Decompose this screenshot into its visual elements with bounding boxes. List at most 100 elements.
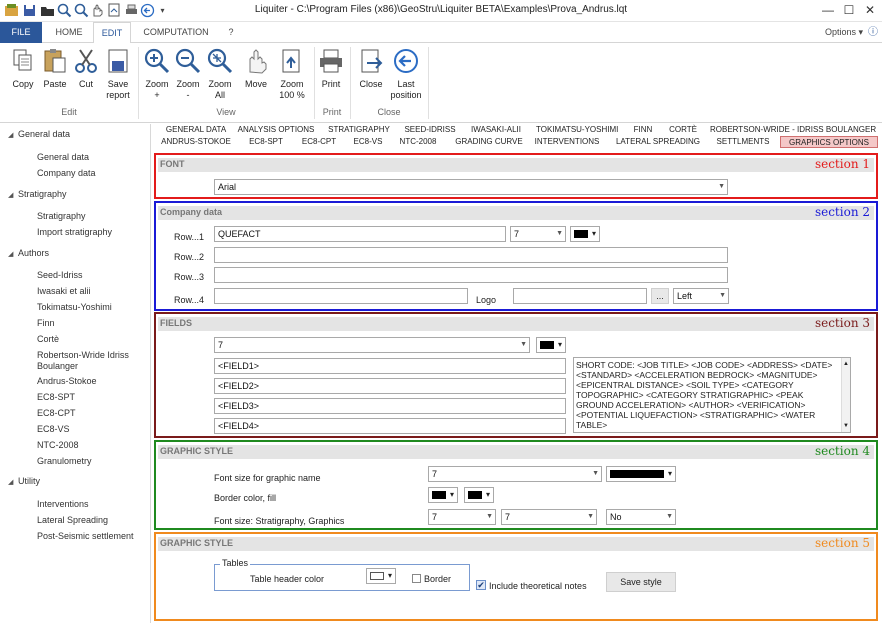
collapse-ribbon-icon[interactable]: ⓘ	[866, 22, 880, 43]
stratigraphy-font-size-select[interactable]: 7 ▼	[428, 509, 496, 525]
tree-item-post-seismic[interactable]: Post-Seismic settlement	[37, 531, 134, 542]
tab-iwasaki-alii[interactable]: IWASAKI-ALII	[468, 124, 524, 136]
tab-interventions[interactable]: INTERVENTIONS	[534, 136, 600, 148]
row3-input[interactable]	[214, 267, 728, 283]
border-color-picker[interactable]: ▾	[428, 487, 458, 503]
field4-input[interactable]: <FIELD4>	[214, 418, 566, 434]
tree-item-granulometry[interactable]: Granulometry	[37, 456, 92, 467]
field2-input[interactable]: <FIELD2>	[214, 378, 566, 394]
logo-path-input[interactable]	[513, 288, 647, 304]
tree-item-tokimatsu[interactable]: Tokimatsu-Yoshimi	[37, 302, 112, 313]
browse-logo-button[interactable]: ...	[651, 288, 669, 304]
maximize-button[interactable]: ☐	[838, 2, 860, 19]
tree-item-ec8-cpt[interactable]: EC8-CPT	[37, 408, 76, 419]
tab-robertson-wride[interactable]: ROBERTSON-WRIDE - IDRISS BOULANGER	[710, 124, 876, 136]
save-report-button[interactable]: Save report	[100, 47, 136, 101]
tree-item-ec8-vs[interactable]: EC8-VS	[37, 424, 70, 435]
tree-group-general-data[interactable]: ◢ General data	[8, 129, 70, 139]
tab-finn[interactable]: FINN	[630, 124, 656, 136]
close-window-button[interactable]: ✕	[859, 2, 881, 19]
tree-item-ntc-2008[interactable]: NTC-2008	[37, 440, 79, 451]
tab-edit[interactable]: EDIT	[93, 22, 131, 44]
fields-color-picker[interactable]: ▾	[536, 337, 566, 353]
tree-item-seed-idriss[interactable]: Seed-Idriss	[37, 270, 83, 281]
no-select[interactable]: No ▼	[606, 509, 676, 525]
tree-item-corte[interactable]: Cortè	[37, 334, 59, 345]
tree-item-stratigraphy[interactable]: Stratigraphy	[37, 211, 86, 222]
tab-tokimatsu-yoshimi[interactable]: TOKIMATSU-YOSHIMI	[536, 124, 618, 136]
logo-align-select[interactable]: Left ▼	[673, 288, 729, 304]
table-header-color-picker[interactable]: ▾	[366, 568, 396, 584]
tab-analysis-options[interactable]: ANALYSIS OPTIONS	[236, 124, 316, 136]
tab-corte[interactable]: CORTÈ	[666, 124, 700, 136]
zoom-all-button[interactable]: Zoom All	[204, 47, 236, 101]
tree-group-authors[interactable]: ◢ Authors	[8, 248, 49, 258]
tab-ec8-cpt[interactable]: EC8-CPT	[296, 136, 342, 148]
tab-home[interactable]: HOME	[48, 22, 90, 43]
last-position-button[interactable]: Last position	[388, 47, 424, 101]
tab-seed-idriss[interactable]: SEED-IDRISS	[400, 124, 460, 136]
graphic-name-color-picker[interactable]: ▾	[606, 466, 676, 482]
tree-item-lateral-spreading[interactable]: Lateral Spreading	[37, 515, 108, 526]
chevron-down-icon: ▾	[485, 490, 490, 499]
tab-settlments[interactable]: SETTLMENTS	[716, 136, 770, 148]
tab-help[interactable]: ?	[222, 22, 240, 43]
tree-group-stratigraphy[interactable]: ◢ Stratigraphy	[8, 189, 67, 199]
tab-file[interactable]: FILE	[0, 22, 42, 43]
options-menu[interactable]: Options ▾	[822, 22, 866, 43]
tab-graphics-options[interactable]: GRAPHICS OPTIONS	[780, 136, 878, 148]
font-select[interactable]: Arial ▼	[214, 179, 728, 195]
minimize-button[interactable]: —	[817, 2, 839, 19]
fill-color-picker[interactable]: ▾	[464, 487, 494, 503]
cut-button[interactable]: Cut	[70, 47, 102, 90]
zoom-100-button[interactable]: Zoom 100 %	[274, 47, 310, 101]
row1-input[interactable]: QUEFACT	[214, 226, 506, 242]
tree-item-iwasaki[interactable]: Iwasaki et alii	[37, 286, 91, 297]
row4-input[interactable]	[214, 288, 468, 304]
zoom-in-button[interactable]: Zoom +	[142, 47, 172, 101]
tab-ntc-2008[interactable]: NTC-2008	[398, 136, 438, 148]
tree-group-utility[interactable]: ◢ Utility	[8, 476, 40, 486]
tree-item-company-data[interactable]: Company data	[37, 168, 96, 179]
tab-grading-curve[interactable]: GRADING CURVE	[454, 136, 524, 148]
include-theoretical-notes-checkbox[interactable]: ✔	[476, 580, 486, 590]
scrollbar[interactable]: ▲ ▼	[841, 358, 850, 432]
copy-button[interactable]: Copy	[6, 47, 40, 90]
tab-ec8-spt[interactable]: EC8-SPT	[244, 136, 288, 148]
print-button[interactable]: Print	[316, 47, 346, 90]
row2-input[interactable]	[214, 247, 728, 263]
row1-color-picker[interactable]: ▾	[570, 226, 600, 242]
tree-item-import-stratigraphy[interactable]: Import stratigraphy	[37, 227, 112, 238]
tree-item-general-data[interactable]: General data	[37, 152, 89, 163]
section-fields: FIELDS section 3 7 ▼ ▾ <FIELD1> <FIELD2> …	[154, 312, 878, 438]
tab-andrus-stokoe[interactable]: ANDRUS-STOKOE	[158, 136, 234, 148]
field3-input[interactable]: <FIELD3>	[214, 398, 566, 414]
zoom-out-icon	[175, 48, 201, 74]
field1-input[interactable]: <FIELD1>	[214, 358, 566, 374]
scroll-down-icon[interactable]: ▼	[843, 421, 849, 431]
tab-stratigraphy[interactable]: STRATIGRAPHY	[324, 124, 394, 136]
row1-size-select[interactable]: 7 ▼	[510, 226, 566, 242]
tab-ec8-vs[interactable]: EC8-VS	[348, 136, 388, 148]
section-company-data: Company data section 2 Row...1 QUEFACT 7…	[154, 201, 878, 311]
graphic-name-font-size-select[interactable]: 7 ▼	[428, 466, 602, 482]
scroll-up-icon[interactable]: ▲	[843, 359, 849, 369]
short-codes-textarea[interactable]: SHORT CODE: <JOB TITLE> <JOB CODE> <ADDR…	[573, 357, 851, 433]
tree-item-interventions[interactable]: Interventions	[37, 499, 89, 510]
move-button[interactable]: Move	[240, 47, 272, 90]
tree-item-robertson-wride[interactable]: Robertson-Wride Idriss Boulanger	[37, 350, 129, 372]
tables-legend: Tables	[220, 558, 251, 568]
graphics-font-size-select[interactable]: 7 ▼	[501, 509, 597, 525]
border-checkbox[interactable]	[412, 574, 421, 583]
zoom-out-button[interactable]: Zoom -	[173, 47, 203, 101]
close-button[interactable]: Close	[354, 47, 388, 90]
tab-general-data[interactable]: GENERAL DATA	[158, 124, 234, 136]
fields-size-select[interactable]: 7 ▼	[214, 337, 530, 353]
tree-item-andrus-stokoe[interactable]: Andrus-Stokoe	[37, 376, 97, 387]
tree-item-finn[interactable]: Finn	[37, 318, 55, 329]
tab-computation[interactable]: COMPUTATION	[136, 22, 216, 43]
save-style-button[interactable]: Save style	[606, 572, 676, 592]
tree-item-ec8-spt[interactable]: EC8-SPT	[37, 392, 75, 403]
tab-lateral-spreading[interactable]: LATERAL SPREADING	[614, 136, 702, 148]
paste-button[interactable]: Paste	[38, 47, 72, 90]
